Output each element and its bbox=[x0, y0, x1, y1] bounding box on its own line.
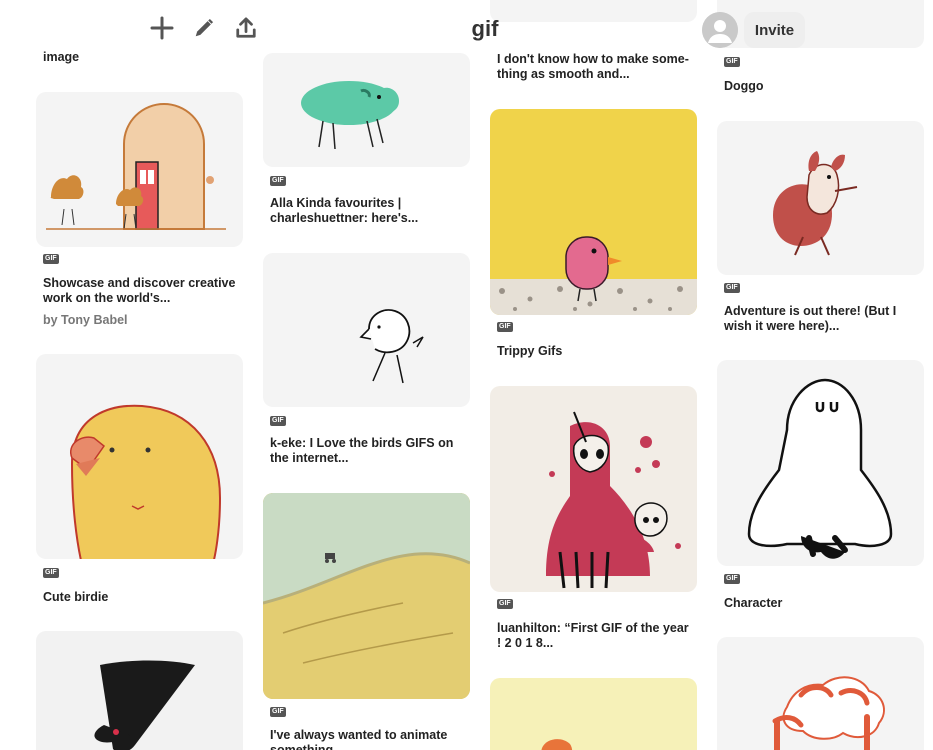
pin-image bbox=[263, 53, 470, 167]
pin-title: luanhilton: “First GIF of the year ! 2 0… bbox=[497, 621, 689, 650]
pin-title: Showcase and discover creative work on t… bbox=[43, 276, 236, 305]
top-toolbar: gif Invite bbox=[0, 0, 933, 60]
gif-badge: GIF bbox=[270, 176, 286, 186]
gif-badge: GIF bbox=[43, 254, 59, 264]
pin-title: Character bbox=[724, 596, 783, 610]
pin-image bbox=[263, 253, 470, 407]
pin-image bbox=[36, 631, 243, 750]
gif-badge: GIF bbox=[497, 599, 513, 609]
user-avatar-icon bbox=[702, 12, 738, 48]
pin-card[interactable] bbox=[717, 637, 924, 750]
pencil-icon bbox=[193, 17, 215, 44]
pin-card[interactable]: GIF Adventure is out there! (But I wish … bbox=[717, 121, 924, 341]
pin-card[interactable]: GIF k-eke: I Love the birds GIFS on the … bbox=[263, 253, 470, 471]
pin-card[interactable]: GIF I've always wanted to animate someth… bbox=[263, 493, 470, 750]
pin-image bbox=[36, 354, 243, 559]
pin-title: Cute birdie bbox=[43, 590, 109, 604]
pin-title: Trippy Gifs bbox=[497, 344, 563, 358]
pin-image bbox=[490, 386, 697, 592]
pin-card[interactable]: GIF Showcase and discover creative work … bbox=[36, 92, 243, 332]
pin-image bbox=[490, 678, 697, 750]
pin-title: Doggo bbox=[724, 79, 764, 93]
pin-title: I've always wanted to animate something.… bbox=[270, 728, 448, 750]
pin-card[interactable]: GIF Trippy Gifs bbox=[490, 109, 697, 367]
share-upload-icon bbox=[235, 16, 257, 44]
pin-image bbox=[717, 121, 924, 275]
pin-image bbox=[36, 92, 243, 247]
gif-badge: GIF bbox=[724, 574, 740, 584]
pin-attribution: by Tony Babel bbox=[43, 313, 128, 327]
gif-badge: GIF bbox=[724, 283, 740, 293]
pin-card[interactable] bbox=[36, 631, 243, 750]
pin-card[interactable]: GIF Cute birdie bbox=[36, 354, 243, 612]
share-button[interactable] bbox=[230, 14, 262, 46]
pin-title: k-eke: I Love the birds GIFS on the inte… bbox=[270, 436, 454, 465]
pin-card[interactable]: GIF Alla Kinda favourites | charleshuett… bbox=[263, 53, 470, 233]
pin-image bbox=[263, 493, 470, 699]
pin-card[interactable] bbox=[490, 678, 697, 750]
edit-board-button[interactable] bbox=[188, 14, 220, 46]
add-pin-button[interactable] bbox=[146, 14, 178, 46]
avatar[interactable] bbox=[702, 12, 738, 48]
pin-image bbox=[717, 637, 924, 750]
board-title: gif bbox=[471, 16, 499, 41]
plus-icon bbox=[150, 16, 174, 45]
pin-card[interactable]: GIF Character bbox=[717, 360, 924, 620]
pin-card[interactable]: GIF luanhilton: “First GIF of the year !… bbox=[490, 386, 697, 656]
pin-image bbox=[717, 360, 924, 566]
gif-badge: GIF bbox=[270, 416, 286, 426]
pin-image bbox=[490, 109, 697, 315]
pin-title: Alla Kinda favourites | charleshuettner:… bbox=[270, 196, 419, 225]
pin-title: Adventure is out there! (But I wish it w… bbox=[724, 304, 897, 333]
gif-badge: GIF bbox=[497, 322, 513, 332]
gif-badge: GIF bbox=[270, 707, 286, 717]
invite-button[interactable]: Invite bbox=[744, 12, 805, 48]
gif-badge: GIF bbox=[43, 568, 59, 578]
